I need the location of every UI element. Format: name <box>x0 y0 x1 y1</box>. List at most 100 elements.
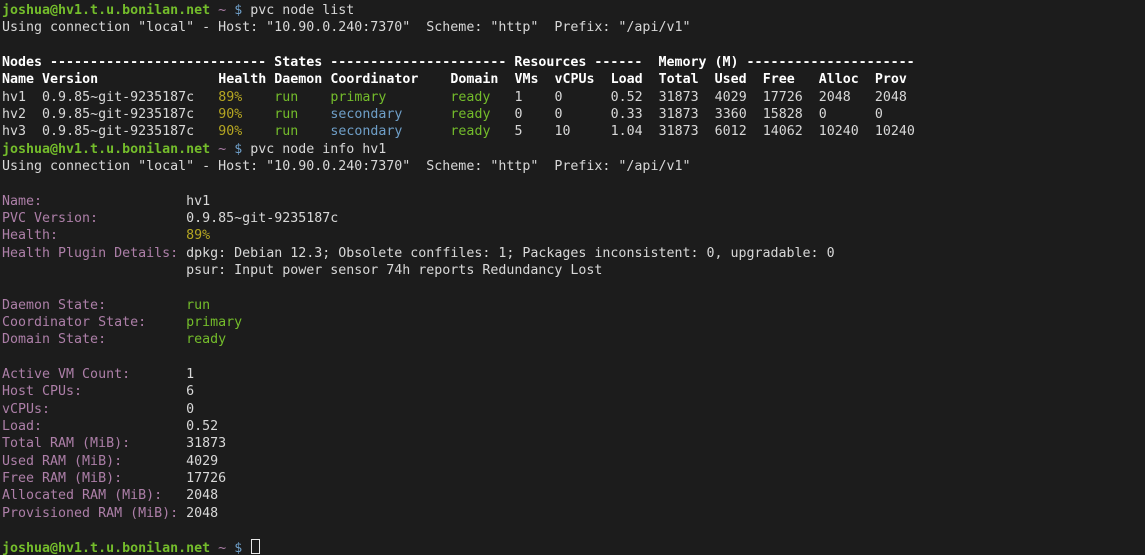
info-line-health-plugin-details-cont: psur: Input power sensor 74h reports Red… <box>2 262 1145 279</box>
pad <box>795 72 819 87</box>
node-vms: 0 <box>514 107 522 122</box>
node-name: hv3 <box>2 124 26 139</box>
prompt-symbol: $ <box>234 3 242 18</box>
info-value: ready <box>186 332 226 347</box>
node-mem-free: 14062 <box>763 124 803 139</box>
col-header-name: Name <box>2 72 34 87</box>
pad <box>571 124 611 139</box>
pad <box>242 90 274 105</box>
col-header-free: Free <box>763 72 795 87</box>
node-domain-state: ready <box>450 107 490 122</box>
pad <box>490 90 514 105</box>
pad <box>2 263 186 278</box>
blank <box>2 350 10 365</box>
col-header-version: Version <box>42 72 98 87</box>
info-line-load: Load: 0.52 <box>2 418 1145 435</box>
blank-line <box>2 279 1145 296</box>
node-daemon-state: run <box>274 107 298 122</box>
pad <box>699 72 715 87</box>
connection-info-line: Using connection "local" - Host: "10.90.… <box>2 159 690 174</box>
node-domain-state: ready <box>450 124 490 139</box>
node-coordinator-state: secondary <box>330 124 402 139</box>
col-header-vcpus: vCPUs <box>555 72 595 87</box>
pad <box>643 90 659 105</box>
info-line-health-plugin-details: Health Plugin Details: dpkg: Debian 12.3… <box>2 245 1145 262</box>
pad <box>146 315 186 330</box>
node-name: hv1 <box>2 90 26 105</box>
pad <box>523 107 555 122</box>
pad <box>859 124 875 139</box>
info-line-name: Name: hv1 <box>2 193 1145 210</box>
prompt-symbol: $ <box>234 541 242 555</box>
pad <box>242 107 274 122</box>
pad <box>226 142 234 157</box>
pad <box>194 90 218 105</box>
node-mem-free: 17726 <box>763 90 803 105</box>
node-domain-state: ready <box>450 90 490 105</box>
blank-line <box>2 349 1145 366</box>
node-mem-prov: 2048 <box>875 90 907 105</box>
info-value: 89% <box>186 228 210 243</box>
info-value: psur: Input power sensor 74h reports Red… <box>186 263 602 278</box>
terminal-screen[interactable]: joshua@hv1.t.u.bonilan.net ~ $ pvc node … <box>0 0 1145 555</box>
node-coordinator-state: primary <box>330 90 386 105</box>
node-row-hv2: hv2 0.9.85~git-9235187c 90% run secondar… <box>2 106 1145 123</box>
pad <box>747 124 763 139</box>
info-label: Coordinator State: <box>2 315 146 330</box>
info-line-allocated-ram: Allocated RAM (MiB): 2048 <box>2 487 1145 504</box>
pad <box>747 90 763 105</box>
node-row-hv3: hv3 0.9.85~git-9235187c 90% run secondar… <box>2 123 1145 140</box>
info-line-coordinator-state: Coordinator State: primary <box>2 314 1145 331</box>
pad <box>402 124 450 139</box>
col-header-prov: Prov <box>875 72 907 87</box>
node-health: 89% <box>218 90 242 105</box>
node-vms: 5 <box>514 124 522 139</box>
info-line-daemon-state: Daemon State: run <box>2 297 1145 314</box>
info-line-free-ram: Free RAM (MiB): 17726 <box>2 470 1145 487</box>
prompt-line-3: joshua@hv1.t.u.bonilan.net ~ $ <box>2 539 1145 555</box>
node-mem-used: 3360 <box>715 107 747 122</box>
pad <box>563 107 611 122</box>
info-label: Health: <box>2 228 58 243</box>
info-label: Name: <box>2 194 42 209</box>
blank <box>2 38 10 53</box>
info-label: vCPUs: <box>2 402 50 417</box>
prompt-user-host: joshua@hv1.t.u.bonilan.net <box>2 3 210 18</box>
pad <box>42 419 186 434</box>
blank <box>2 523 10 538</box>
info-label: Free RAM (MiB): <box>2 471 122 486</box>
pad <box>498 72 514 87</box>
pad <box>130 436 186 451</box>
node-mem-used: 6012 <box>715 124 747 139</box>
info-value: 6 <box>186 384 194 399</box>
info-value: 2048 <box>186 506 218 521</box>
info-value: 17726 <box>186 471 226 486</box>
info-value: 0.9.85~git-9235187c <box>186 211 338 226</box>
pad <box>226 541 234 555</box>
pad <box>98 72 218 87</box>
pad <box>178 506 186 521</box>
command-text: pvc node info hv1 <box>242 142 386 157</box>
blank-line <box>2 37 1145 54</box>
info-line-pvc-version: PVC Version: 0.9.85~git-9235187c <box>2 210 1145 227</box>
info-line-vcpus: vCPUs: 0 <box>2 401 1145 418</box>
pad <box>418 72 450 87</box>
blank <box>2 280 10 295</box>
pad <box>699 124 715 139</box>
node-version: 0.9.85~git-9235187c <box>42 90 194 105</box>
pad <box>643 107 659 122</box>
node-daemon-state: run <box>274 124 298 139</box>
node-health: 90% <box>218 124 242 139</box>
pad <box>122 454 186 469</box>
command-text <box>242 541 250 555</box>
prompt-path: ~ <box>218 3 226 18</box>
blank-line <box>2 522 1145 539</box>
node-vcpus: 10 <box>555 124 571 139</box>
pad <box>523 124 555 139</box>
info-value: primary <box>186 315 242 330</box>
pad <box>643 72 659 87</box>
node-load: 1.04 <box>611 124 643 139</box>
pad <box>298 124 330 139</box>
pad <box>82 384 186 399</box>
node-mem-free: 15828 <box>763 107 803 122</box>
